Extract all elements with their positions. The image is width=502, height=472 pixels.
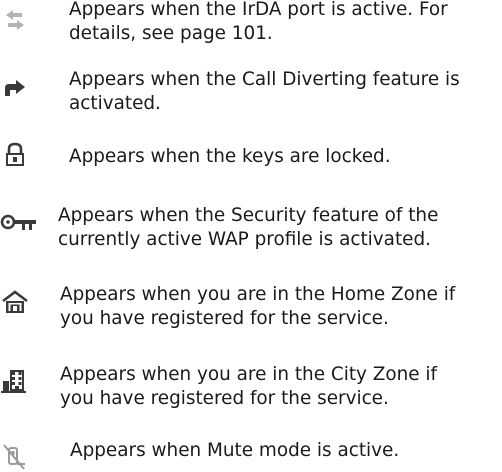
city-zone-icon xyxy=(0,367,30,395)
call-divert-icon xyxy=(0,76,30,104)
entry-description: Appears when you are in the City Zone if… xyxy=(60,363,437,411)
key-icon xyxy=(0,210,60,238)
status-icon-entry-city-zone: Appears when you are in the City Zone if… xyxy=(0,363,502,419)
description-line: activated. xyxy=(69,93,161,114)
status-icon-entry-irda: Appears when the IrDA port is active. Fo… xyxy=(0,0,502,60)
description-line: Appears when you are in the Home Zone if xyxy=(60,284,456,305)
description-line: Appears when the Call Diverting feature … xyxy=(69,69,460,90)
entry-description: Appears when the Security feature of the… xyxy=(58,204,438,252)
description-line: Appears when the Security feature of the xyxy=(58,205,439,226)
status-icon-entry-mute: Appears when Mute mode is active. xyxy=(0,439,502,472)
home-zone-icon xyxy=(0,289,30,317)
description-line: details, see page 101. xyxy=(69,23,273,44)
description-line: currently active WAP profile is activate… xyxy=(58,229,431,250)
description-line: you have registered for the service. xyxy=(60,388,389,409)
description-line: you have registered for the service. xyxy=(60,308,389,329)
description-line: Appears when Mute mode is active. xyxy=(70,440,400,461)
status-icon-entry-call-divert: Appears when the Call Diverting feature … xyxy=(0,68,502,124)
status-icon-entry-keys-locked: Appears when the keys are locked. xyxy=(0,142,502,177)
padlock-icon xyxy=(0,141,30,169)
description-line: Appears when you are in the City Zone if xyxy=(60,364,438,385)
status-icon-entry-home-zone: Appears when you are in the Home Zone if… xyxy=(0,283,502,339)
irda-arrows-icon xyxy=(0,8,30,36)
entry-description: Appears when the keys are locked. xyxy=(69,145,391,169)
entry-description: Appears when Mute mode is active. xyxy=(70,439,399,463)
mute-icon xyxy=(0,443,30,471)
description-line: Appears when the keys are locked. xyxy=(69,146,391,167)
entry-description: Appears when the IrDA port is active. Fo… xyxy=(69,0,448,46)
status-icon-entry-wap-security: Appears when the Security feature of the… xyxy=(0,204,502,260)
entry-description: Appears when you are in the Home Zone if… xyxy=(60,283,455,331)
description-line: Appears when the IrDA port is active. Fo… xyxy=(69,0,448,20)
entry-description: Appears when the Call Diverting feature … xyxy=(69,68,460,116)
